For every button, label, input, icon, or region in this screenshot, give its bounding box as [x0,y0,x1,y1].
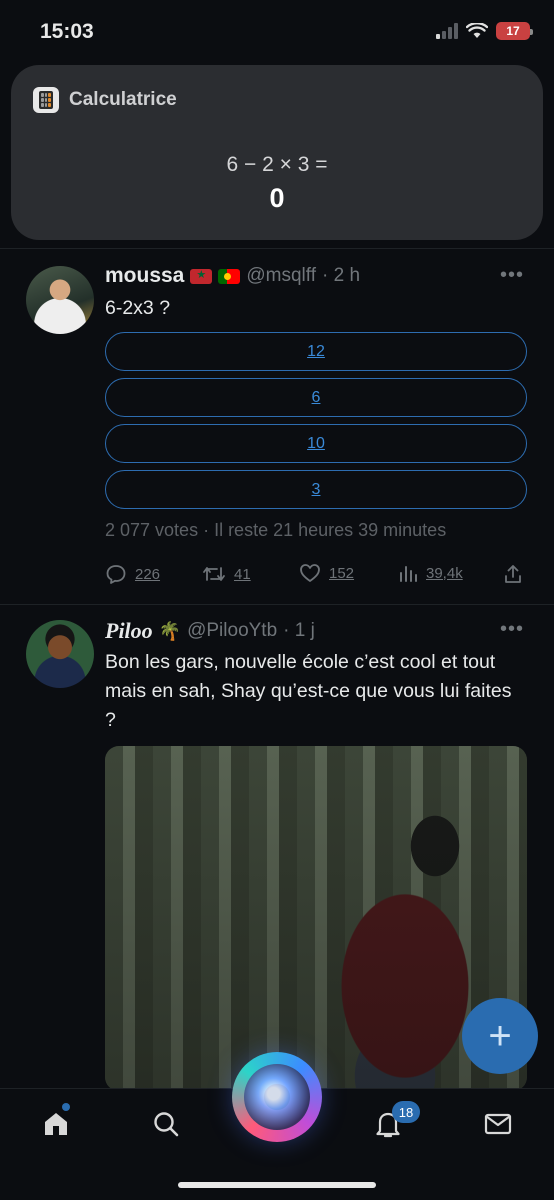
wifi-icon [466,23,488,38]
views-icon [400,566,417,582]
portugal-flag-icon [218,268,241,284]
notifications-badge: 18 [392,1101,420,1123]
more-options-icon[interactable]: ••• [500,264,524,287]
like-button[interactable]: 152 [299,563,354,583]
poll-option[interactable]: 6 [105,378,527,417]
calculator-result: 0 [269,183,285,213]
status-bar: 15:03 17 [0,0,554,66]
share-icon [505,565,521,583]
tweet-header: Piloo 🌴 @PilooYtb · 1 j [105,618,315,644]
tweet-time: · 2 h [322,265,361,286]
share-button[interactable] [503,563,523,585]
tab-messages[interactable] [478,1107,518,1141]
calculator-app-icon [33,87,59,113]
calculator-expression: 6 − 2 × 3 = [226,153,328,176]
more-options-icon[interactable]: ••• [500,618,524,641]
siri-orb-core [244,1064,310,1130]
plus-icon: + [488,1013,512,1058]
poll-option[interactable]: 10 [105,424,527,463]
display-name[interactable]: moussa [105,264,184,288]
tweet-time: · 1 j [283,620,315,641]
reply-count: 226 [135,565,161,583]
poll-meta: 2 077 votes · Il reste 21 heures 39 minu… [105,520,447,540]
avatar[interactable] [26,620,94,688]
siri-calculator-card[interactable]: Calculatrice 6 − 2 × 3 = 0 [11,65,543,240]
search-icon [154,1112,179,1137]
tweet-header: moussa @msqlff · 2 h [105,264,360,288]
battery-icon: 17 [496,22,533,40]
home-unread-dot [62,1103,70,1111]
views-button[interactable]: 39,4k [398,563,463,583]
retweet-count: 41 [234,565,251,583]
tweet-text: 6-2x3 ? [105,297,171,319]
battery-level: 17 [506,24,520,38]
tweet-actions: 226 41 152 39,4k [105,563,527,587]
tweet-text: Bon les gars, nouvelle école c’est cool … [105,651,512,731]
mail-icon [484,1113,512,1135]
tab-home[interactable] [36,1107,76,1141]
divider [0,604,554,605]
compose-button[interactable]: + [462,998,538,1074]
calculator-app-name: Calculatrice [69,89,177,110]
like-count: 152 [329,564,355,582]
cellular-signal-icon [436,23,458,39]
views-count: 39,4k [426,564,463,582]
retweet-icon [203,567,225,581]
morocco-flag-icon [190,268,213,284]
retweet-button[interactable]: 41 [202,563,251,585]
status-indicators: 17 [436,22,533,40]
home-indicator[interactable] [178,1182,376,1188]
palm-tree-icon: 🌴 [158,620,182,641]
status-time: 15:03 [40,20,94,43]
divider [0,248,554,249]
handle[interactable]: @PilooYtb [187,620,277,642]
siri-orb-icon[interactable] [232,1052,322,1142]
display-name[interactable]: Piloo [105,618,153,644]
heart-icon [300,564,320,582]
handle[interactable]: @msqlff [246,265,316,287]
reply-icon [106,565,126,584]
reply-button[interactable]: 226 [105,563,160,585]
home-icon [45,1113,67,1135]
tab-search[interactable] [146,1107,186,1141]
avatar[interactable] [26,266,94,334]
poll-option[interactable]: 12 [105,332,527,371]
poll-option[interactable]: 3 [105,470,527,509]
